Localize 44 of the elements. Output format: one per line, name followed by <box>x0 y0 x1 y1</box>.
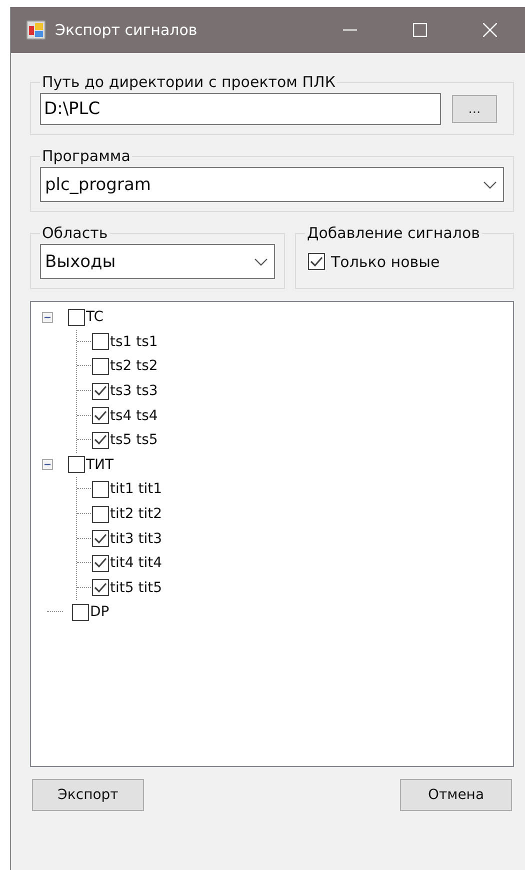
path-field[interactable]: D:\PLC <box>40 93 441 125</box>
checkbox[interactable] <box>68 308 85 326</box>
tree-item-label[interactable]: ts3 ts3 <box>109 383 158 400</box>
tree-item-label[interactable]: tit3 tit3 <box>109 530 162 547</box>
chevron-down-icon <box>254 258 268 266</box>
tree-item-label[interactable]: tit5 tit5 <box>109 580 162 596</box>
dialog-button[interactable]: Отмена <box>400 779 512 811</box>
checkbox[interactable] <box>72 604 89 621</box>
dropdown[interactable]: plc_program <box>40 167 504 202</box>
checkbox[interactable] <box>92 358 109 375</box>
close-icon <box>483 23 497 37</box>
checkbox[interactable] <box>92 506 109 523</box>
checkbox[interactable] <box>92 382 109 400</box>
maximize-icon <box>413 23 427 37</box>
checkbox[interactable] <box>92 579 109 596</box>
checkbox[interactable] <box>92 407 109 424</box>
tree-item-label[interactable]: tit4 tit4 <box>109 555 162 572</box>
checkbox[interactable] <box>92 554 109 572</box>
tree-item-label[interactable]: ts1 ts1 <box>109 334 158 350</box>
tree-item-label[interactable]: ts2 ts2 <box>109 358 158 374</box>
dialog-button[interactable]: Экспорт <box>32 779 144 811</box>
checkbox[interactable] <box>92 480 109 498</box>
group-label: Добавление сигналов <box>306 224 482 242</box>
checkbox[interactable] <box>92 432 109 449</box>
chevron-down-icon <box>483 180 497 188</box>
group-label: Область <box>41 224 109 242</box>
tree-item-label[interactable]: ts5 ts5 <box>109 432 158 448</box>
tree-item-label[interactable]: ts4 ts4 <box>109 408 158 424</box>
dropdown[interactable]: Выходы <box>40 244 275 279</box>
tree-item-label[interactable]: DP <box>89 604 110 620</box>
tree-item-label[interactable]: tit1 tit1 <box>109 481 162 498</box>
checkbox[interactable] <box>92 333 109 350</box>
checkbox[interactable] <box>308 253 325 270</box>
app-icon <box>26 20 46 40</box>
browse-button[interactable]: ... <box>452 95 497 123</box>
tree-item-label[interactable]: tit2 tit2 <box>109 506 162 522</box>
checkbox[interactable] <box>92 530 109 548</box>
group-label: Программа <box>41 147 132 165</box>
checkbox-label: Только новые <box>331 252 440 270</box>
checkbox[interactable] <box>68 456 85 474</box>
tree-item-label[interactable]: TC <box>85 309 104 326</box>
tree-item-label[interactable]: ТИТ <box>85 456 114 473</box>
window-title: Экспорт сигналов <box>55 21 198 39</box>
group-label: Путь до директории с проектом ПЛК <box>41 73 336 91</box>
